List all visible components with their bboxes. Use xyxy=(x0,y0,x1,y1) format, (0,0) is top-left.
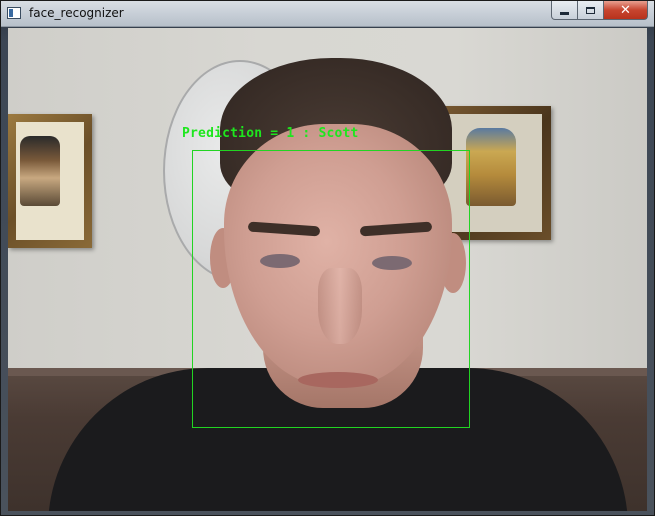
window-title: face_recognizer xyxy=(29,6,124,20)
minimize-icon xyxy=(560,11,569,15)
framed-pharaoh-art xyxy=(466,128,516,206)
face-detection-box xyxy=(192,150,470,428)
framed-portrait xyxy=(20,136,60,206)
maximize-icon xyxy=(586,6,595,14)
minimize-button[interactable] xyxy=(551,1,578,20)
picture-frame-left xyxy=(8,114,92,248)
close-button[interactable]: ✕ xyxy=(604,1,648,20)
opencv-window-icon xyxy=(7,7,21,19)
close-icon: ✕ xyxy=(620,2,631,18)
prediction-label: Prediction = 1 : Scott xyxy=(182,126,359,141)
camera-frame: Prediction = 1 : Scott xyxy=(8,28,647,511)
maximize-button[interactable] xyxy=(578,1,604,20)
opencv-window: face_recognizer ✕ Prediction = 1: Scott xyxy=(0,0,655,516)
caption-buttons: ✕ xyxy=(551,1,648,20)
title-bar[interactable]: face_recognizer ✕ xyxy=(1,1,654,27)
